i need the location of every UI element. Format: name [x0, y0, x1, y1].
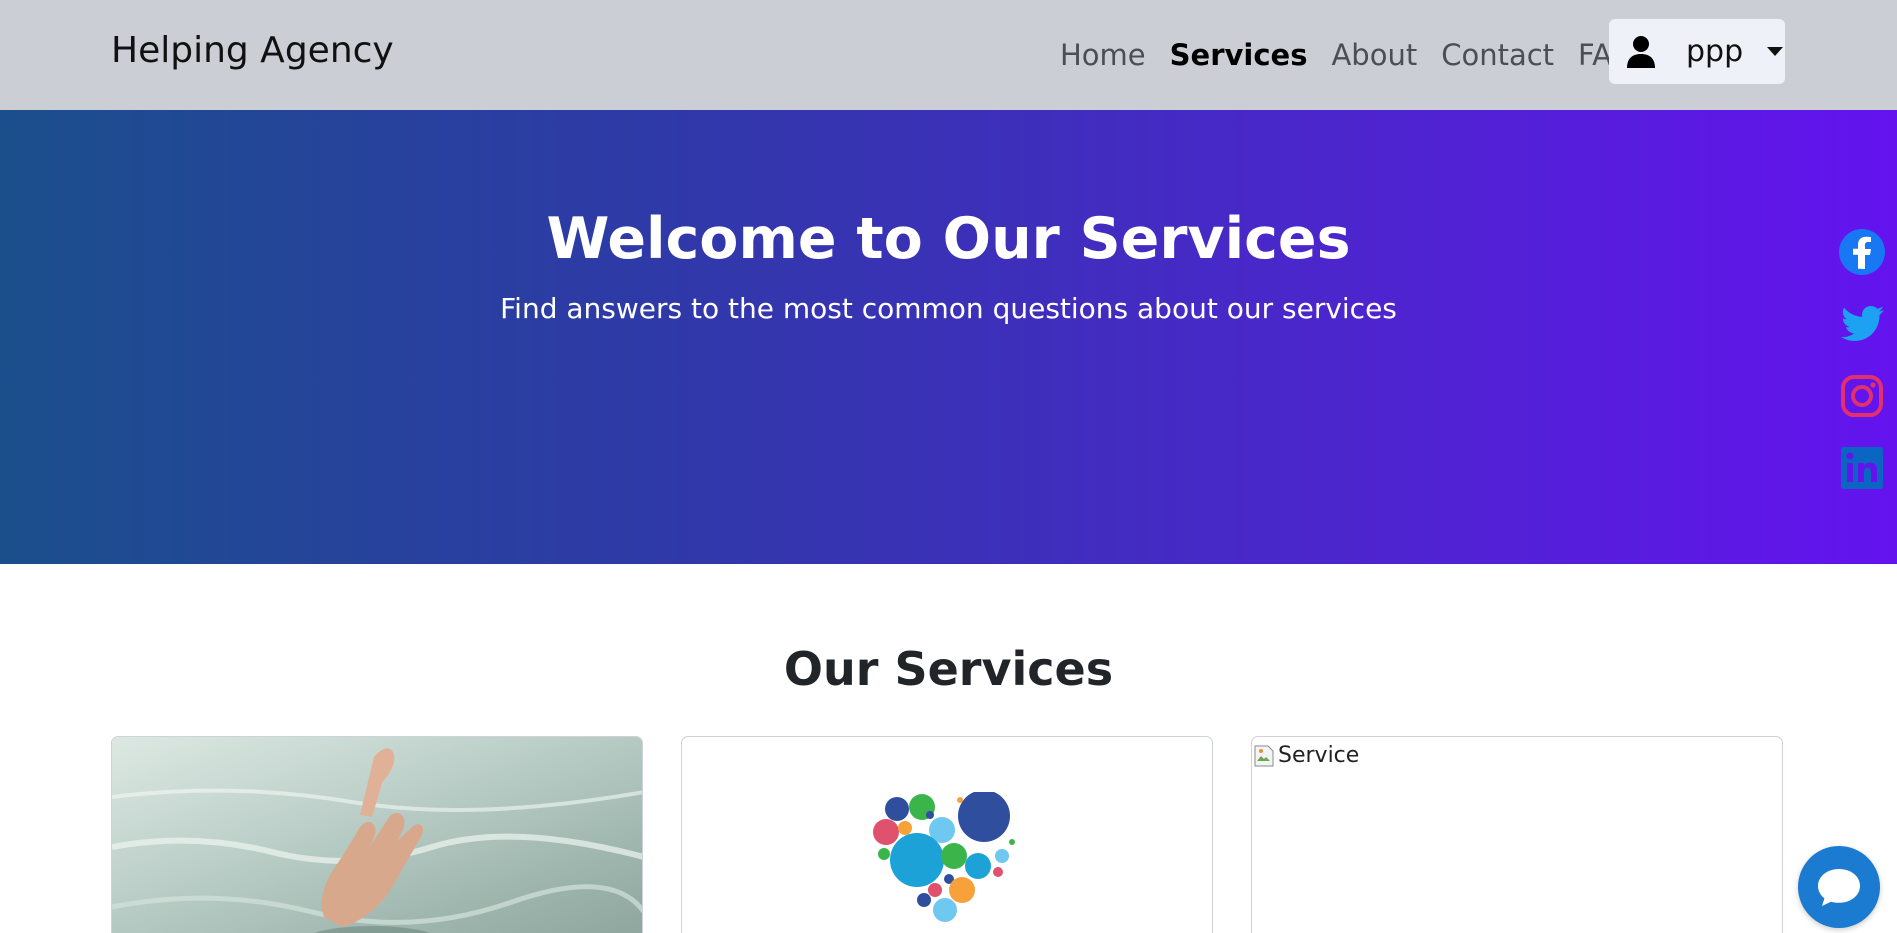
user-menu-button[interactable]: ppp [1609, 19, 1785, 84]
navbar: Helping Agency Home Services About Conta… [0, 0, 1897, 110]
instagram-icon[interactable] [1838, 372, 1886, 420]
broken-image: Service [1254, 743, 1359, 768]
chat-bubble-icon [1818, 869, 1860, 906]
chat-button[interactable] [1798, 846, 1880, 928]
chevron-down-icon [1767, 47, 1784, 56]
social-sidebar [1838, 228, 1890, 516]
hero-banner: Welcome to Our Services Find answers to … [0, 110, 1897, 564]
broken-image-alt-text: Service [1278, 743, 1360, 768]
hero-title: Welcome to Our Services [546, 206, 1351, 272]
hero-subtitle: Find answers to the most common question… [500, 292, 1397, 325]
nav-link-about[interactable]: About [1331, 38, 1417, 72]
nav-link-contact[interactable]: Contact [1441, 38, 1554, 72]
nav-links: Home Services About Contact FAQs [1060, 30, 1649, 80]
person-icon [1626, 35, 1656, 69]
page: Helping Agency Home Services About Conta… [0, 0, 1897, 933]
twitter-icon[interactable] [1838, 300, 1886, 348]
bubble-heart-logo [872, 790, 1022, 922]
brand-logo[interactable]: Helping Agency [111, 30, 394, 71]
service-card[interactable] [681, 736, 1213, 933]
nav-link-services[interactable]: Services [1170, 38, 1308, 72]
user-name: ppp [1686, 34, 1744, 69]
linkedin-icon[interactable] [1838, 444, 1886, 492]
broken-image-icon [1254, 745, 1274, 766]
hand-in-water-photo [112, 737, 642, 933]
service-card[interactable]: Service [1251, 736, 1783, 933]
services-title: Our Services [783, 642, 1114, 696]
facebook-icon[interactable] [1838, 228, 1886, 276]
service-card[interactable] [111, 736, 643, 933]
nav-link-home[interactable]: Home [1060, 38, 1146, 72]
